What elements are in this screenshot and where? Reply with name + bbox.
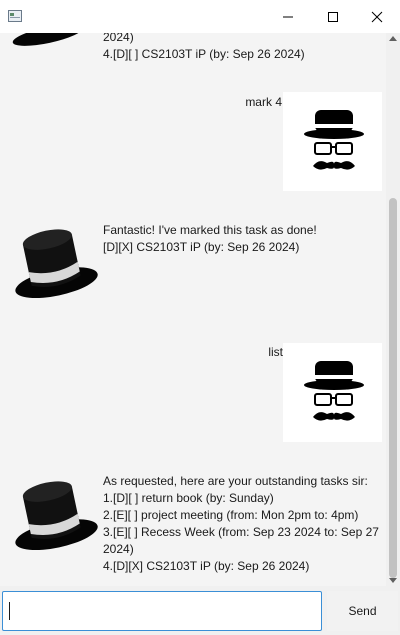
top-hat-avatar-icon: [15, 481, 98, 551]
maximize-icon: [328, 11, 338, 22]
user-message: list: [268, 345, 283, 359]
bot-message: 2024) 4.[D][ ] CS2103T iP (by: Sep 26 20…: [103, 33, 305, 61]
close-icon: [371, 11, 383, 22]
user-message: mark 4: [245, 95, 282, 109]
hat-glasses-mustache-avatar-icon: [304, 110, 364, 170]
title-bar: [0, 0, 400, 33]
bot-message: Fantastic! I've marked this task as done…: [103, 223, 317, 254]
input-bar: Send: [0, 586, 400, 635]
top-hat-avatar-icon: [15, 229, 98, 299]
minimize-icon: [283, 16, 293, 17]
bot-message: As requested, here are your outstanding …: [103, 474, 379, 573]
close-button[interactable]: [354, 0, 400, 33]
top-hat-avatar-icon: [12, 33, 84, 46]
scroll-up-arrow-icon[interactable]: [389, 35, 397, 41]
maximize-button[interactable]: [310, 0, 356, 33]
message-input[interactable]: [2, 591, 322, 631]
minimize-button[interactable]: [265, 0, 311, 33]
text-caret: [9, 602, 10, 620]
scroll-down-arrow-icon[interactable]: [389, 578, 397, 584]
chat-scrollbar[interactable]: [386, 33, 400, 586]
user-avatar: [283, 92, 382, 191]
chat-scroll-pane[interactable]: 2024) 4.[D][ ] CS2103T iP (by: Sep 26 20…: [0, 33, 386, 586]
user-avatar: [283, 343, 382, 442]
send-button[interactable]: Send: [327, 591, 398, 631]
hat-glasses-mustache-avatar-icon: [304, 361, 364, 421]
scrollbar-thumb[interactable]: [389, 198, 397, 578]
app-window-icon: [8, 10, 22, 22]
